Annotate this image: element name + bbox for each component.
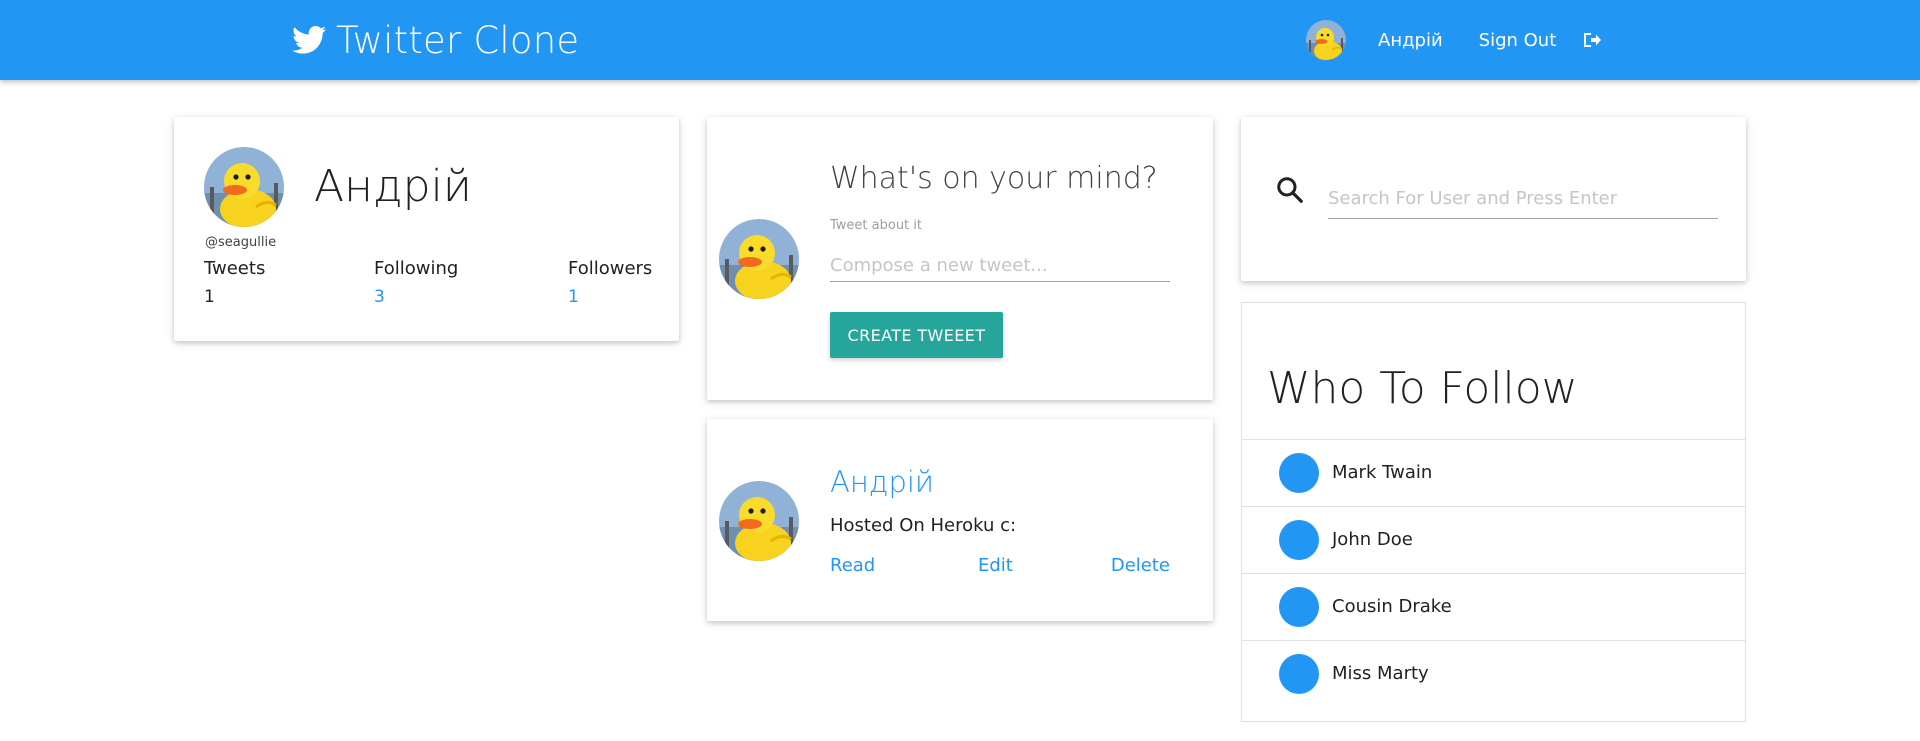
tweet-card: Андрій Hosted On Heroku c: Read Edit Del… xyxy=(707,419,1213,621)
profile-avatar xyxy=(204,147,284,227)
stat-followers-value-link[interactable]: 1 xyxy=(568,287,652,307)
search-icon xyxy=(1277,177,1303,203)
profile-card: Андрій @seagullie Tweets 1 Following 3 F… xyxy=(174,117,679,341)
tweet-edit-link[interactable]: Edit xyxy=(978,555,1013,576)
follow-item-mark-twain[interactable]: Mark Twain xyxy=(1242,439,1745,506)
compose-title: What's on your mind? xyxy=(830,161,1158,196)
compose-label: Tweet about it xyxy=(830,218,922,233)
who-to-follow-title: Who To Follow xyxy=(1267,363,1578,414)
brand-title: Twitter Clone xyxy=(336,18,580,62)
top-navbar: Twitter Clone Андрій Sign Out xyxy=(0,0,1920,80)
follow-avatar xyxy=(1279,453,1319,493)
sign-out-icon[interactable] xyxy=(1582,31,1602,49)
tweet-text: Hosted On Heroku c: xyxy=(830,515,1017,536)
tweet-author-avatar xyxy=(719,481,799,561)
tweet-read-link[interactable]: Read xyxy=(830,555,875,576)
stat-tweets-value: 1 xyxy=(204,287,215,307)
stat-followers: Followers 1 xyxy=(568,258,652,307)
stat-following-label: Following xyxy=(374,258,459,279)
stat-following: Following 3 xyxy=(374,258,458,307)
follow-name: Miss Marty xyxy=(1332,663,1429,684)
search-card xyxy=(1241,117,1746,281)
sign-out-link[interactable]: Sign Out xyxy=(1479,30,1557,51)
stat-tweets-label: Tweets xyxy=(204,258,266,279)
profile-handle: @seagullie xyxy=(205,235,277,250)
stat-tweets: Tweets 1 xyxy=(204,258,265,307)
navbar-user-area: Андрій Sign Out xyxy=(1306,0,1602,80)
who-to-follow-list: Mark Twain John Doe Cousin Drake Miss Ma… xyxy=(1242,439,1745,707)
compose-avatar xyxy=(719,219,799,299)
compose-tweet-card: What's on your mind? Tweet about it CREA… xyxy=(707,117,1213,400)
stat-followers-label: Followers xyxy=(568,258,653,279)
user-search-input[interactable] xyxy=(1328,179,1718,219)
who-to-follow-card: Who To Follow Mark Twain John Doe Cousin… xyxy=(1241,302,1746,722)
twitter-bird-icon xyxy=(292,25,326,54)
follow-name: Mark Twain xyxy=(1332,462,1433,483)
follow-item-john-doe[interactable]: John Doe xyxy=(1242,506,1745,573)
tweet-delete-link[interactable]: Delete xyxy=(1111,555,1170,576)
follow-avatar xyxy=(1279,587,1319,627)
follow-avatar xyxy=(1279,520,1319,560)
follow-item-cousin-drake[interactable]: Cousin Drake xyxy=(1242,573,1745,640)
follow-avatar xyxy=(1279,654,1319,694)
compose-tweet-input[interactable] xyxy=(830,249,1170,282)
navbar-profile-link[interactable]: Андрій xyxy=(1378,30,1443,51)
follow-item-miss-marty[interactable]: Miss Marty xyxy=(1242,640,1745,707)
profile-name: Андрій xyxy=(314,161,472,212)
tweet-actions: Read Edit Delete xyxy=(830,555,1170,579)
create-tweet-button[interactable]: CREATE TWEEET xyxy=(830,312,1003,358)
navbar-avatar[interactable] xyxy=(1306,20,1346,60)
tweet-author-link[interactable]: Андрій xyxy=(830,465,934,499)
brand-logo-link[interactable]: Twitter Clone xyxy=(292,14,579,66)
stat-following-value-link[interactable]: 3 xyxy=(374,287,458,307)
follow-name: John Doe xyxy=(1332,529,1413,550)
follow-name: Cousin Drake xyxy=(1332,596,1452,617)
